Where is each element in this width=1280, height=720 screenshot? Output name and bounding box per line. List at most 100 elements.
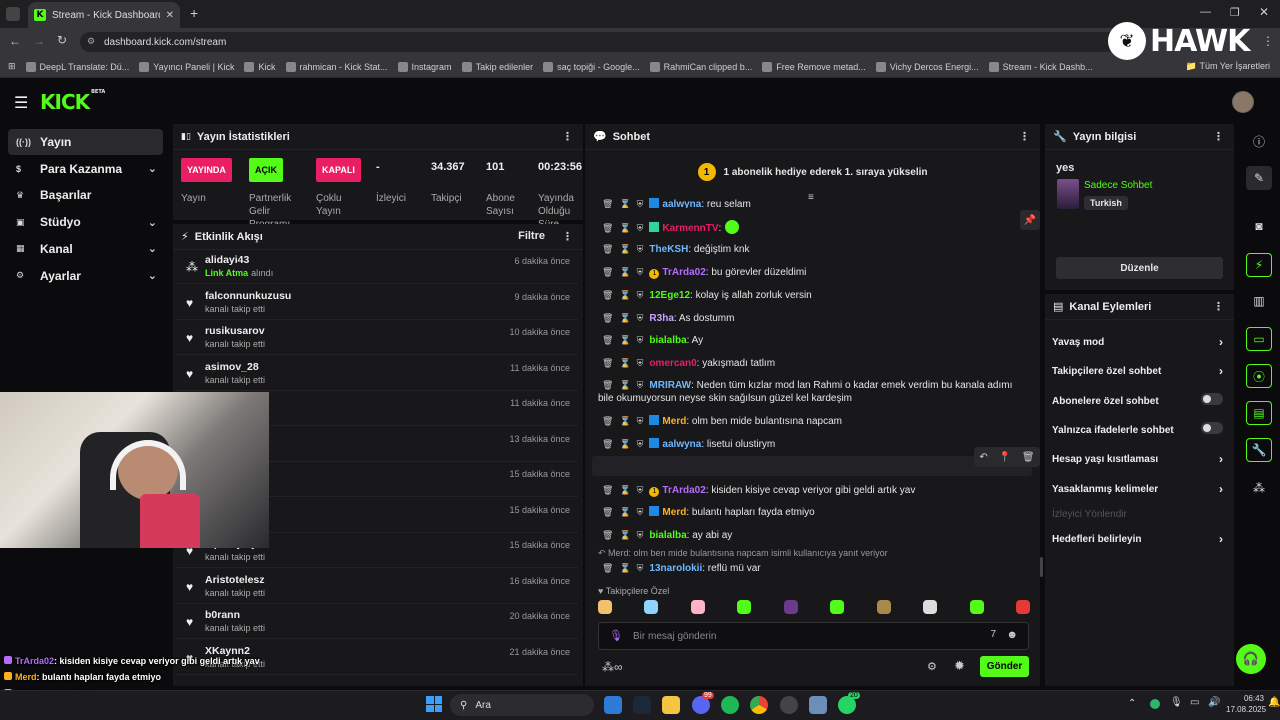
delete-msg-icon[interactable]: 🗑 [602, 507, 613, 517]
chat-message[interactable]: 🗑 ⌛ ⛨ Merd: olm ben mide bulantısına napcam [598, 415, 1030, 428]
stats-menu-icon[interactable]: ⋮ [562, 130, 573, 143]
menu-icon[interactable]: ⋮ [1262, 34, 1274, 48]
new-tab-icon[interactable]: + [190, 5, 198, 21]
delete-msg-icon[interactable]: 🗑 [602, 290, 613, 300]
emote-icon[interactable] [969, 600, 984, 614]
activity-item[interactable]: ♥ Aristotelesz kanalı takip etti 16 dakika … [176, 570, 578, 604]
chat-username[interactable]: TheKSH [649, 244, 688, 255]
site-info-icon[interactable]: ⚙ [87, 36, 95, 47]
ban-icon[interactable]: ⛨ [637, 380, 644, 390]
kick-logo[interactable]: KICK BETA [40, 89, 105, 114]
browser-tab[interactable]: K Stream - Kick Dashboard ✕ [28, 2, 180, 28]
sub-gift-banner[interactable]: 1 1 abonelik hediye ederek 1. sıraya yük… [585, 150, 1040, 194]
timeout-icon[interactable]: ⌛ [619, 563, 630, 573]
bookmark-item[interactable]: Kick [244, 61, 276, 72]
spotify-app-icon[interactable] [721, 696, 739, 714]
timeout-icon[interactable]: ⌛ [619, 507, 630, 517]
chat-message[interactable]: 🗑 ⌛ ⛨ 13narolokii: reflü mü var [598, 562, 1030, 575]
chat-message[interactable]: 🗑 ⌛ ⛨ R3ha: As dostumm [598, 312, 1030, 325]
edit-pencil-icon[interactable]: ✎ [1246, 166, 1272, 190]
hamburger-menu-icon[interactable]: ☰ [14, 93, 28, 113]
nav-item-6[interactable]: ⚙ Ayarlar ⌄ [8, 263, 163, 289]
channel-action-item[interactable]: Yasaklanmış kelimeler › [1052, 482, 1227, 496]
timeout-icon[interactable]: ⌛ [619, 416, 630, 426]
bookmark-item[interactable]: Instagram [397, 61, 452, 72]
filter-button[interactable]: Filtre [518, 230, 545, 242]
channel-action-item[interactable]: Hedefleri belirleyin › [1052, 532, 1227, 546]
seven-tv-icon[interactable]: 7 [990, 629, 996, 640]
document-icon[interactable]: ▥ [1246, 289, 1272, 313]
clock[interactable]: 06:43 17.08.2025 [1226, 693, 1266, 715]
avatar[interactable] [1232, 91, 1254, 113]
tray-display-icon[interactable]: ▭ [1190, 697, 1199, 708]
emoji-icon[interactable]: ☻ [1006, 629, 1018, 641]
chrome-app-icon[interactable] [750, 696, 768, 714]
chat-username[interactable]: MRIRAW [649, 380, 691, 391]
activity-item[interactable]: ♥ asimov_28 kanalı takip etti 11 dakika önc… [176, 357, 578, 391]
channel-action-item[interactable]: Yalnızca ifadelerle sohbet [1052, 421, 1227, 436]
bookmark-item[interactable]: rahmican - Kick Stat... [285, 61, 388, 72]
bookmark-item[interactable]: saç topiği - Google... [543, 61, 640, 72]
mod-list-icon[interactable]: ▤ [1246, 401, 1272, 425]
send-button[interactable]: Gönder [980, 656, 1029, 677]
chat-username[interactable]: TrArda02 [662, 485, 705, 496]
delete-msg-icon[interactable]: 🗑 [602, 335, 613, 345]
ban-icon[interactable]: ⛨ [637, 416, 644, 426]
emote-icon[interactable] [876, 600, 891, 614]
notification-icon[interactable]: 🔔 [1268, 697, 1280, 708]
timeout-icon[interactable]: ⌛ [619, 223, 630, 233]
chat-username[interactable]: aalwyna [662, 439, 701, 450]
delete-msg-icon[interactable]: 🗑 [602, 439, 613, 449]
chat-username[interactable]: R3ha [649, 313, 673, 324]
timeout-icon[interactable]: ⌛ [619, 290, 630, 300]
emote-icon[interactable] [830, 600, 845, 614]
toggle-switch[interactable] [1201, 421, 1223, 434]
chat-input[interactable]: 🎙 Bir mesaj gönderin 7 ☻ [598, 622, 1029, 650]
ban-icon[interactable]: ⛨ [637, 290, 644, 300]
timeout-icon[interactable]: ⌛ [619, 267, 630, 277]
channel-actions-menu-icon[interactable]: ⋮ [1213, 300, 1224, 313]
chat-username[interactable]: aalwyna [662, 199, 701, 208]
reply-icon[interactable]: ↶ [979, 452, 987, 463]
bookmark-item[interactable]: RahmiCan clipped b... [649, 61, 752, 72]
delete-msg-icon[interactable]: 🗑 [602, 199, 613, 208]
timeout-icon[interactable]: ⌛ [619, 244, 630, 254]
delete-msg-icon[interactable]: 🗑 [602, 380, 613, 390]
chat-message[interactable]: 🗑 ⌛ ⛨ Merd: bulantı hapları fayda etmiyo [598, 506, 1030, 519]
delete-icon[interactable]: 🗑 [1022, 452, 1035, 463]
kick-points-icon[interactable]: ⁂∞ [602, 660, 623, 674]
ban-icon[interactable]: ⛨ [637, 313, 644, 323]
chat-username[interactable]: omercan0 [649, 358, 696, 369]
bot-icon[interactable]: ✹ [954, 658, 965, 674]
emote-icon[interactable] [923, 600, 938, 614]
delete-msg-icon[interactable]: 🗑 [602, 267, 613, 277]
chat-message[interactable]: 🗑 ⌛ ⛨ aalwyna: lisetui olustirym [598, 438, 1030, 451]
ban-icon[interactable]: ⛨ [637, 485, 644, 495]
timeout-icon[interactable]: ⌛ [619, 530, 630, 540]
bookmark-item[interactable]: Free Remove metad... [762, 61, 866, 72]
delete-msg-icon[interactable]: 🗑 [602, 244, 613, 254]
delete-msg-icon[interactable]: 🗑 [602, 485, 613, 495]
ban-icon[interactable]: ⛨ [637, 358, 644, 368]
timeout-icon[interactable]: ⌛ [619, 485, 630, 495]
emote-icon[interactable] [1015, 600, 1030, 614]
chat-username[interactable]: bialalba [649, 530, 686, 541]
category-name[interactable]: Sadece Sohbet [1084, 180, 1152, 191]
forward-icon[interactable]: → [33, 34, 45, 48]
delete-msg-icon[interactable]: 🗑 [602, 223, 613, 233]
channel-action-item[interactable]: Takipçilere özel sohbet › [1052, 364, 1227, 378]
chat-username[interactable]: 12Ege12 [649, 290, 690, 301]
tab-search-icon[interactable] [6, 7, 20, 21]
timeout-icon[interactable]: ⌛ [619, 358, 630, 368]
ban-icon[interactable]: ⛨ [637, 439, 644, 449]
stream-info-menu-icon[interactable]: ⋮ [1213, 130, 1224, 143]
bookmark-item[interactable]: Yayıncı Paneli | Kick [139, 61, 234, 72]
activity-item[interactable]: ♥ rusikusarov kanalı takip etti 10 dakika ö… [176, 321, 578, 355]
channel-action-item[interactable]: Abonelere özel sohbet [1052, 392, 1227, 407]
ban-icon[interactable]: ⛨ [637, 223, 644, 233]
pin-message-icon[interactable]: 📍 [999, 452, 1011, 463]
delete-msg-icon[interactable]: 🗑 [602, 358, 613, 368]
camera-icon[interactable]: ◙ [1246, 214, 1272, 238]
edit-button[interactable]: Düzenle [1056, 257, 1223, 279]
chat-message[interactable]: 🗑 ⌛ ⛨ TheKSH: değiştim knk [598, 243, 1030, 256]
